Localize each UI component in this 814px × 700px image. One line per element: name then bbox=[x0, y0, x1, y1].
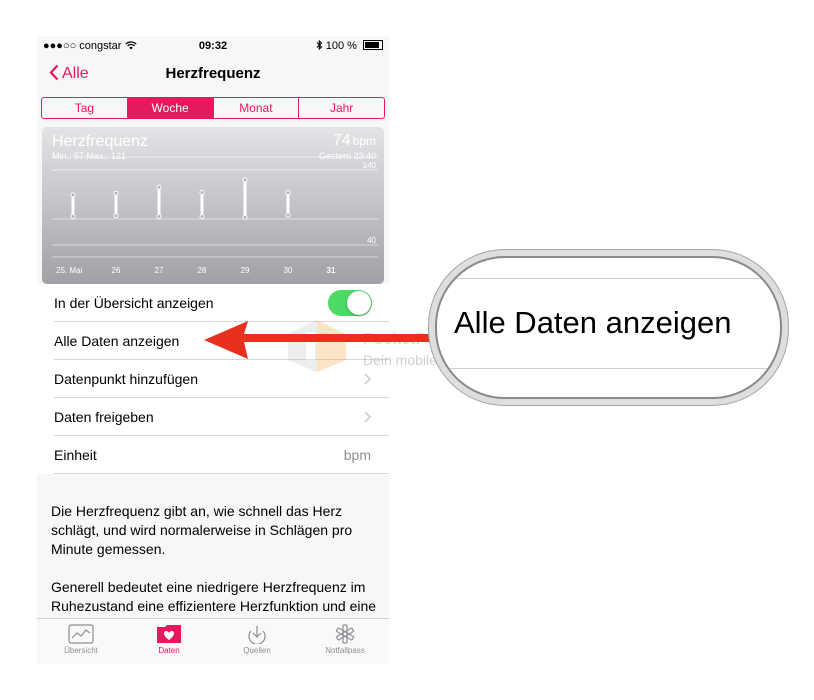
segment-week[interactable]: Woche bbox=[127, 98, 214, 118]
battery-icon bbox=[363, 40, 383, 50]
asterisk-medical-icon bbox=[335, 624, 355, 644]
range-bar-max-point bbox=[156, 184, 162, 190]
y-axis-label-max: 140 bbox=[363, 161, 377, 170]
x-axis-tick-label: 29 bbox=[241, 266, 250, 275]
period-segmented-control: Tag Woche Monat Jahr bbox=[41, 97, 385, 119]
segment-month[interactable]: Monat bbox=[214, 98, 300, 118]
chart-plot: 140 40 25. Mai 26 27 28 29 30 31 bbox=[52, 156, 378, 275]
y-axis-label-min: 40 bbox=[367, 236, 376, 245]
zoom-callout: Alle Daten anzeigen bbox=[435, 256, 782, 399]
unit-value: bpm bbox=[343, 447, 371, 463]
chevron-right-icon bbox=[364, 373, 371, 385]
x-axis-tick-label: 28 bbox=[198, 266, 207, 275]
row-unit[interactable]: Einheit bpm bbox=[37, 436, 389, 474]
bluetooth-icon bbox=[316, 39, 322, 51]
x-axis-tick-label: 31 bbox=[327, 266, 336, 275]
chevron-right-icon bbox=[364, 411, 371, 423]
tab-bar: Übersicht Daten Quellen Notfallpass bbox=[37, 618, 389, 664]
tab-overview[interactable]: Übersicht bbox=[37, 619, 125, 664]
page-title: Herzfrequenz bbox=[165, 65, 261, 82]
status-bar: ●●●○○ congstar 09:32 100 % bbox=[37, 36, 389, 56]
red-arrow-icon bbox=[204, 321, 448, 359]
tab-medical-id-label: Notfallpass bbox=[325, 646, 365, 655]
zoom-separator-top bbox=[437, 278, 780, 279]
range-bar-max-point bbox=[199, 190, 205, 195]
share-data-label: Daten freigeben bbox=[54, 409, 154, 425]
battery-percent: 100 % bbox=[325, 40, 357, 52]
unit-label: Einheit bbox=[54, 447, 97, 463]
x-axis-tick-label: 27 bbox=[155, 266, 164, 275]
row-share-data[interactable]: Daten freigeben bbox=[37, 398, 389, 436]
chart-dashboard-icon bbox=[68, 624, 94, 644]
zoom-separator-bottom bbox=[437, 368, 780, 369]
navigation-bar: Alle Herzfrequenz bbox=[37, 56, 389, 96]
range-bar-min-point bbox=[156, 214, 162, 219]
heart-rate-chart[interactable]: Herzfrequenz Min.: 57 Max.: 121 74 bpm Ge… bbox=[42, 127, 384, 284]
range-bar-min-point bbox=[113, 213, 119, 219]
zoom-callout-text: Alle Daten anzeigen bbox=[454, 305, 732, 340]
tab-sources[interactable]: Quellen bbox=[213, 619, 301, 664]
range-bar-min-point bbox=[242, 214, 248, 220]
tab-medical-id[interactable]: Notfallpass bbox=[301, 619, 389, 664]
tab-data-label: Daten bbox=[158, 646, 180, 655]
tab-sources-label: Quellen bbox=[243, 646, 271, 655]
x-axis-tick-label: 26 bbox=[112, 266, 121, 275]
heart-folder-icon bbox=[157, 625, 181, 643]
show-in-overview-label: In der Übersicht anzeigen bbox=[54, 295, 214, 311]
range-bar-max-point bbox=[285, 190, 291, 195]
range-bar-max-point bbox=[242, 177, 248, 183]
settings-list: In der Übersicht anzeigen Alle Daten anz… bbox=[37, 284, 389, 474]
x-axis-tick-label: 25. Mai bbox=[56, 266, 82, 275]
download-sources-icon bbox=[248, 626, 266, 644]
segment-year[interactable]: Jahr bbox=[299, 98, 384, 118]
description-paragraph-1: Die Herzfrequenz gibt an, wie schnell da… bbox=[51, 503, 353, 557]
range-bar-min-point bbox=[285, 212, 291, 218]
segment-day[interactable]: Tag bbox=[42, 98, 128, 118]
range-bar-min-point bbox=[199, 214, 205, 219]
tab-data[interactable]: Daten bbox=[125, 619, 213, 664]
range-bar-max-point bbox=[113, 190, 119, 196]
x-axis-tick-label: 30 bbox=[284, 266, 293, 275]
range-bar-max-point bbox=[70, 192, 76, 198]
tab-overview-label: Übersicht bbox=[64, 646, 98, 655]
add-datapoint-label: Datenpunkt hinzufügen bbox=[54, 371, 198, 387]
show-in-overview-toggle[interactable] bbox=[328, 290, 372, 316]
show-all-data-label: Alle Daten anzeigen bbox=[54, 333, 180, 349]
range-bar-min-point bbox=[70, 214, 76, 219]
